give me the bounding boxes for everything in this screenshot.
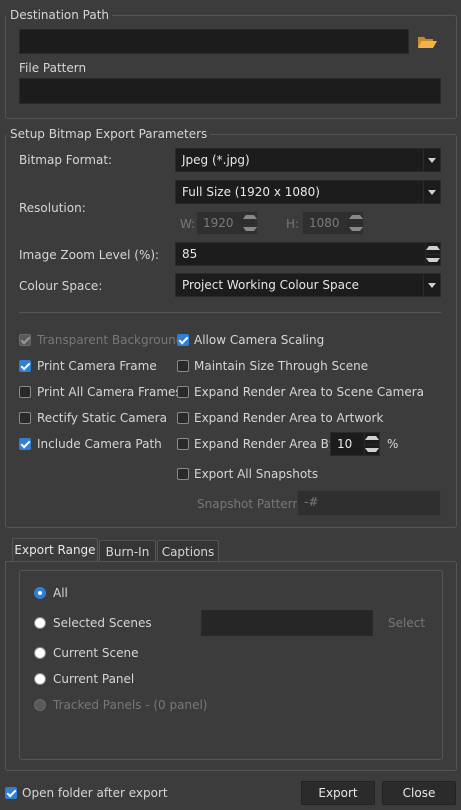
range-selected-scenes-radio[interactable] [34, 617, 46, 629]
tab-export-range[interactable]: Export Range [12, 538, 98, 562]
tab-burn-in[interactable]: Burn-In [99, 540, 156, 562]
spin-down-icon[interactable] [365, 443, 379, 456]
allow-camera-scaling-checkbox[interactable] [177, 334, 189, 346]
colour-space-value: Project Working Colour Space [182, 278, 359, 292]
zoom-spinbox[interactable]: 85 [175, 242, 441, 266]
file-pattern-label: File Pattern [19, 61, 87, 75]
export-button[interactable]: Export [301, 781, 375, 805]
selected-scenes-field [201, 610, 373, 636]
width-value: 1920 [203, 216, 234, 230]
spin-up-icon[interactable] [243, 212, 257, 223]
rectify-static-camera-label[interactable]: Rectify Static Camera [37, 411, 167, 425]
open-folder-label[interactable]: Open folder after export [22, 786, 168, 800]
transparent-background-checkbox [19, 334, 31, 346]
resolution-select[interactable]: Full Size (1920 x 1080) [175, 180, 441, 204]
range-selected-scenes-label[interactable]: Selected Scenes [53, 616, 152, 630]
maintain-size-label[interactable]: Maintain Size Through Scene [194, 359, 368, 373]
colour-space-select[interactable]: Project Working Colour Space [175, 273, 441, 297]
snapshot-pattern-field: -# [297, 490, 441, 516]
allow-camera-scaling-label[interactable]: Allow Camera Scaling [194, 333, 324, 347]
height-label: H: [286, 217, 300, 231]
range-all-radio[interactable] [34, 587, 46, 599]
select-button[interactable]: Select [388, 616, 425, 630]
bitmap-format-value: Jpeg (*.jpg) [182, 153, 250, 167]
height-spinbox[interactable]: 1080 [302, 211, 364, 235]
expand-by-unit: % [387, 437, 399, 451]
chevron-down-icon[interactable] [423, 274, 440, 296]
maintain-size-checkbox[interactable] [177, 360, 189, 372]
range-current-scene-radio[interactable] [34, 647, 46, 659]
transparent-background-label: Transparent Background [37, 333, 184, 347]
range-tracked-panels-radio [34, 699, 46, 711]
bitmap-format-select[interactable]: Jpeg (*.jpg) [175, 148, 441, 172]
setup-legend: Setup Bitmap Export Parameters [7, 127, 211, 141]
colour-space-label: Colour Space: [19, 279, 103, 293]
print-camera-frame-checkbox[interactable] [19, 360, 31, 372]
expand-scene-camera-checkbox[interactable] [177, 386, 189, 398]
destination-path-field[interactable] [19, 29, 409, 54]
close-button[interactable]: Close [382, 781, 456, 805]
chevron-down-icon[interactable] [423, 149, 440, 171]
resolution-value: Full Size (1920 x 1080) [182, 185, 320, 199]
file-pattern-field[interactable] [19, 78, 441, 104]
destination-legend: Destination Path [7, 8, 113, 22]
range-current-scene-label[interactable]: Current Scene [53, 646, 138, 660]
expand-artwork-label[interactable]: Expand Render Area to Artwork [194, 411, 383, 425]
range-box [19, 570, 443, 760]
expand-by-spinbox[interactable]: 10 [330, 432, 380, 456]
height-value: 1080 [309, 216, 340, 230]
resolution-label: Resolution: [19, 201, 86, 215]
tab-captions[interactable]: Captions [157, 540, 219, 562]
width-spinbox[interactable]: 1920 [196, 211, 258, 235]
range-tracked-panels-label: Tracked Panels - (0 panel) [53, 698, 208, 712]
bitmap-format-label: Bitmap Format: [19, 153, 113, 167]
print-all-camera-frames-checkbox[interactable] [19, 386, 31, 398]
range-current-panel-radio[interactable] [34, 673, 46, 685]
chevron-down-icon[interactable] [423, 181, 440, 203]
spin-down-icon[interactable] [243, 222, 257, 235]
expand-by-value: 10 [337, 437, 353, 451]
spin-up-icon[interactable] [426, 243, 440, 254]
expand-scene-camera-label[interactable]: Expand Render Area to Scene Camera [194, 385, 424, 399]
spin-down-icon[interactable] [349, 222, 363, 235]
divider [19, 312, 441, 313]
export-all-snapshots-label[interactable]: Export All Snapshots [194, 467, 318, 481]
export-all-snapshots-checkbox[interactable] [177, 468, 189, 480]
folder-open-icon[interactable] [416, 33, 438, 51]
include-camera-path-checkbox[interactable] [19, 438, 31, 450]
print-all-camera-frames-label[interactable]: Print All Camera Frames [37, 385, 182, 399]
print-camera-frame-label[interactable]: Print Camera Frame [37, 359, 157, 373]
expand-by-label[interactable]: Expand Render Area By: [194, 437, 339, 451]
open-folder-checkbox[interactable] [5, 787, 17, 799]
spin-up-icon[interactable] [365, 433, 379, 444]
spin-down-icon[interactable] [426, 253, 440, 266]
snapshot-pattern-label: Snapshot Pattern: [197, 497, 305, 511]
range-all-label[interactable]: All [53, 586, 68, 600]
rectify-static-camera-checkbox[interactable] [19, 412, 31, 424]
include-camera-path-label[interactable]: Include Camera Path [37, 437, 162, 451]
expand-by-checkbox[interactable] [177, 438, 189, 450]
zoom-value: 85 [182, 247, 198, 261]
expand-artwork-checkbox[interactable] [177, 412, 189, 424]
width-label: W: [180, 217, 196, 231]
zoom-label: Image Zoom Level (%): [19, 248, 160, 262]
spin-up-icon[interactable] [349, 212, 363, 223]
range-current-panel-label[interactable]: Current Panel [53, 672, 134, 686]
